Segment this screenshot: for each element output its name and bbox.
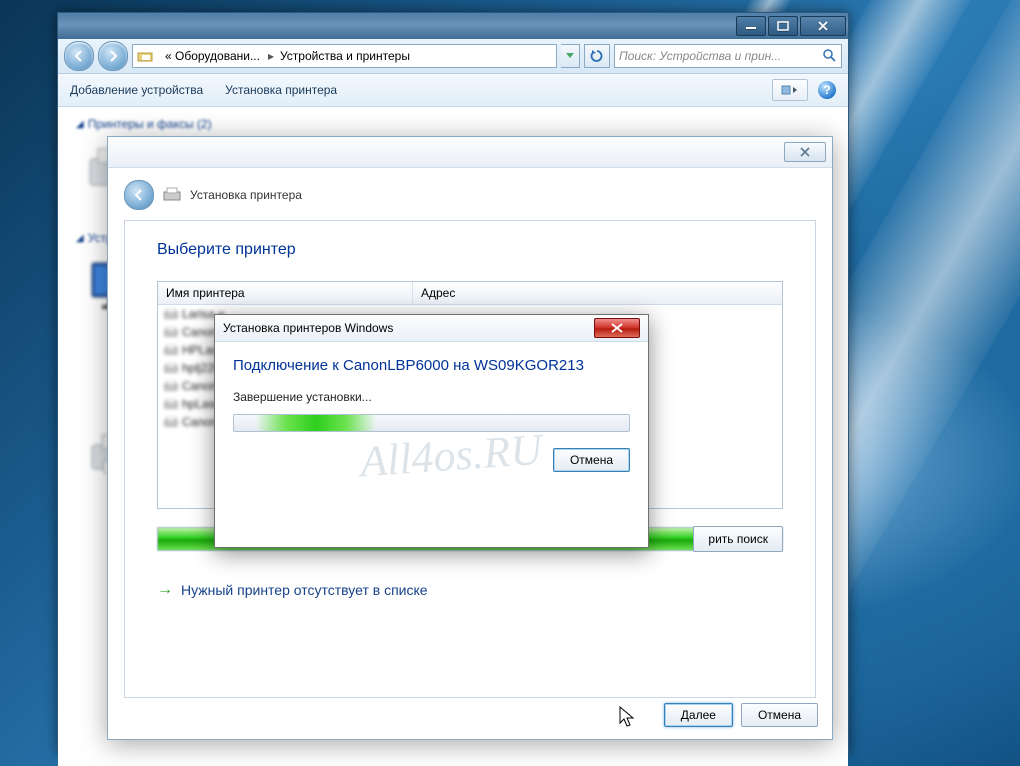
help-button[interactable]: ? xyxy=(818,81,836,99)
maximize-button[interactable] xyxy=(768,16,798,36)
add-device-link[interactable]: Добавление устройства xyxy=(70,83,203,97)
printer-icon xyxy=(162,187,182,203)
cancel-button[interactable]: Отмена xyxy=(741,703,818,727)
nav-forward-button[interactable] xyxy=(98,41,128,71)
wizard-title: Выберите принтер xyxy=(157,241,783,259)
nav-row: « Оборудовани... ▸ Устройства и принтеры… xyxy=(58,39,848,74)
breadcrumb-seg1[interactable]: « Оборудовани... xyxy=(161,45,266,67)
wizard-titlebar[interactable] xyxy=(108,137,832,168)
explorer-titlebar[interactable] xyxy=(58,13,848,39)
add-printer-link[interactable]: Установка принтера xyxy=(225,83,337,97)
printer-not-listed-link[interactable]: → Нужный принтер отсутствует в списке xyxy=(157,581,783,599)
command-bar: Добавление устройства Установка принтера… xyxy=(58,74,848,107)
next-button[interactable]: Далее xyxy=(664,703,733,727)
wizard-header: Установка принтера xyxy=(108,168,832,220)
section-printers[interactable]: ◢ Принтеры и факсы (2) xyxy=(76,117,830,131)
install-progress-dialog: Установка принтеров Windows Подключение … xyxy=(214,314,649,548)
progress-cancel-button[interactable]: Отмена xyxy=(553,448,630,472)
refresh-button[interactable] xyxy=(584,44,610,68)
wizard-header-label: Установка принтера xyxy=(190,188,302,202)
address-dropdown[interactable] xyxy=(561,44,580,68)
progress-title: Установка принтеров Windows xyxy=(223,321,594,335)
progress-bar xyxy=(233,414,630,432)
breadcrumb-seg2[interactable]: Устройства и принтеры xyxy=(276,45,416,67)
search-icon xyxy=(822,48,837,63)
wizard-close-button[interactable] xyxy=(784,142,826,162)
close-button[interactable] xyxy=(800,16,846,36)
minimize-button[interactable] xyxy=(736,16,766,36)
search-placeholder: Поиск: Устройства и прин... xyxy=(619,49,781,63)
progress-heading: Подключение к CanonLBP6000 на WS09KGOR21… xyxy=(233,356,630,376)
progress-status: Завершение установки... xyxy=(233,390,630,404)
view-options-button[interactable] xyxy=(772,79,808,101)
progress-titlebar[interactable]: Установка принтеров Windows xyxy=(215,315,648,342)
nav-back-button[interactable] xyxy=(64,41,94,71)
collapse-icon: ◢ xyxy=(76,119,84,130)
col-header-address[interactable]: Адрес xyxy=(413,282,782,304)
address-bar[interactable]: « Оборудовани... ▸ Устройства и принтеры xyxy=(132,44,557,68)
arrow-right-icon: → xyxy=(157,581,173,599)
rescan-button[interactable]: рить поиск xyxy=(693,526,783,552)
progress-close-button[interactable] xyxy=(594,318,640,338)
col-header-name[interactable]: Имя принтера xyxy=(158,282,413,304)
folder-icon xyxy=(133,45,161,67)
wizard-back-button[interactable] xyxy=(124,180,154,210)
search-input[interactable]: Поиск: Устройства и прин... xyxy=(614,44,842,68)
chevron-right-icon: ▸ xyxy=(266,49,276,63)
collapse-icon: ◢ xyxy=(76,233,84,244)
